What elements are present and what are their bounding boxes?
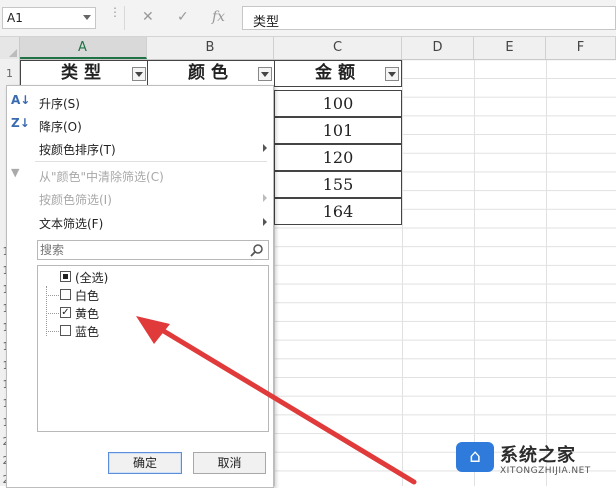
list-item-label: 蓝色 <box>75 325 100 339</box>
filter-dropdown-icon[interactable] <box>385 67 399 81</box>
confirm-icon[interactable]: ✓ <box>177 9 189 25</box>
column-header-a[interactable]: A <box>19 37 147 59</box>
chevron-right-icon <box>263 218 267 226</box>
menu-item-label: 文本筛选(F) <box>39 217 104 231</box>
filter-dropdown-icon[interactable] <box>258 67 272 81</box>
column-header-c[interactable]: C <box>274 37 402 59</box>
column-header-e[interactable]: E <box>474 37 546 59</box>
checkbox-checked[interactable]: ✓ <box>60 307 71 318</box>
search-input[interactable] <box>40 242 246 258</box>
column-header-bar: A B C D E F <box>0 37 616 60</box>
menu-item-label: 按颜色排序(T) <box>39 143 116 157</box>
checkbox[interactable] <box>60 289 71 300</box>
menu-item-clear-filter: ▼ 从"颜色"中清除筛选(C) <box>7 163 273 187</box>
watermark-subtitle: XITONGZHIJIA.NET <box>500 466 591 476</box>
formula-input[interactable]: 类型 <box>242 6 616 30</box>
checkbox[interactable] <box>60 325 71 336</box>
search-icon[interactable] <box>250 243 264 260</box>
select-all-checkbox[interactable] <box>60 271 71 282</box>
header-cell-color[interactable]: 颜色 <box>147 60 275 87</box>
watermark-title: 系统之家 <box>500 445 576 466</box>
chevron-right-icon <box>263 144 267 152</box>
header-cell-type[interactable]: 类型 <box>20 60 148 87</box>
menu-item-label: 从"颜色"中清除筛选(C) <box>39 170 164 184</box>
column-header-d[interactable]: D <box>402 37 474 59</box>
list-item-white[interactable]: 白色 <box>38 286 258 304</box>
list-item-select-all[interactable]: (全选) <box>38 268 258 286</box>
header-text: 金额 <box>315 63 361 83</box>
formula-value: 类型 <box>253 15 280 30</box>
menu-item-sort-by-color[interactable]: 按颜色排序(T) <box>7 136 273 160</box>
chevron-right-icon <box>263 194 267 202</box>
menu-item-label: 按颜色筛选(I) <box>39 193 112 207</box>
filter-search-box[interactable] <box>37 240 269 260</box>
formula-bar-separator <box>124 6 125 30</box>
header-cell-amount[interactable]: 金额 <box>274 60 402 87</box>
row-header[interactable]: 1 <box>0 67 19 80</box>
amount-cell[interactable]: 120 <box>274 144 402 171</box>
amount-cell[interactable]: 101 <box>274 117 402 144</box>
amount-cell[interactable]: 164 <box>274 198 402 225</box>
menu-item-text-filters[interactable]: 文本筛选(F) <box>7 210 273 234</box>
list-item-label: 黄色 <box>75 307 100 321</box>
sort-asc-icon: A↓ <box>11 93 31 107</box>
menu-item-sort-descending[interactable]: Z↓ 降序(O) <box>7 113 273 137</box>
header-text: 类型 <box>61 63 107 83</box>
filter-dropdown-icon[interactable] <box>132 67 146 81</box>
chevron-down-icon[interactable] <box>83 15 91 20</box>
amount-cell[interactable]: 155 <box>274 171 402 198</box>
list-item-label: 白色 <box>75 289 100 303</box>
formula-bar: A1 ⋮ ✕ ✓ fx 类型 <box>0 0 616 37</box>
more-options-icon[interactable]: ⋮ <box>109 6 121 18</box>
menu-item-sort-ascending[interactable]: A↓ 升序(S) <box>7 90 273 114</box>
annotation-arrow-icon <box>136 316 417 485</box>
menu-item-filter-by-color: 按颜色筛选(I) <box>7 186 273 210</box>
name-box-value: A1 <box>7 11 23 25</box>
watermark: ⌂ 系统之家 XITONGZHIJIA.NET <box>456 440 616 486</box>
menu-item-label: 降序(O) <box>39 120 82 134</box>
list-item-label: (全选) <box>75 271 109 285</box>
amount-cell[interactable]: 100 <box>274 90 402 117</box>
menu-separator <box>35 161 267 162</box>
sort-desc-icon: Z↓ <box>11 116 30 130</box>
cancel-icon[interactable]: ✕ <box>142 9 154 25</box>
clear-filter-icon: ▼ <box>11 166 20 179</box>
menu-item-label: 升序(S) <box>39 97 80 111</box>
name-box[interactable]: A1 <box>2 7 96 29</box>
select-all-corner[interactable] <box>0 37 20 59</box>
house-logo-icon: ⌂ <box>456 442 494 472</box>
column-header-b[interactable]: B <box>147 37 274 59</box>
header-text: 颜色 <box>188 63 234 83</box>
column-header-f[interactable]: F <box>546 37 616 59</box>
function-icon[interactable]: fx <box>212 9 225 25</box>
